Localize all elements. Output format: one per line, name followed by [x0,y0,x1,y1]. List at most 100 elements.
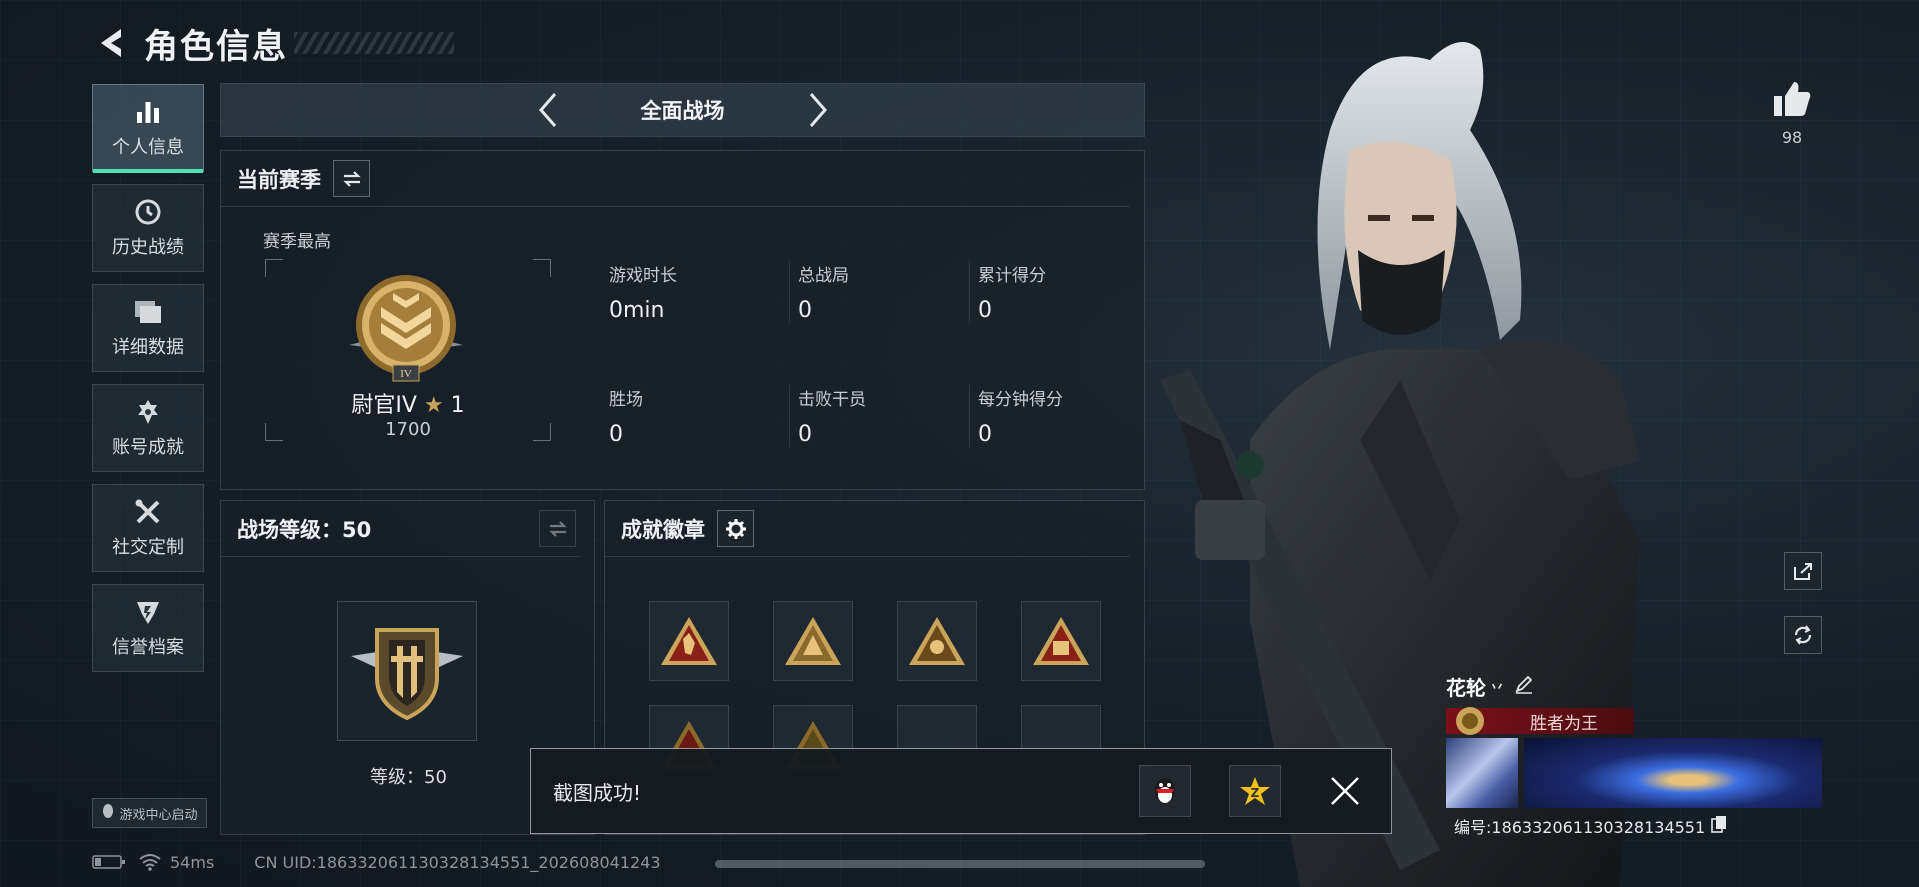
star-icon: ★ [423,393,444,418]
ping-value: 54ms [170,852,215,872]
screenshot-toast: 截图成功! Z [530,748,1392,834]
gear-icon [725,518,746,539]
achievement-badge[interactable] [1021,601,1101,681]
level-header: 战场等级：50 [221,501,580,557]
mode-title: 全面战场 [640,99,725,123]
title-tag-text: 胜者为王 [1530,713,1598,734]
share-icon [1794,563,1812,580]
stat-wins: 胜场 0 [609,385,769,447]
rank-frame: IV 尉官IV ★ 1 1700 [265,259,551,441]
profile-name-row: 花轮 丷 [1446,672,1822,701]
season-best-label: 赛季最高 [263,232,331,252]
like-count: 98 [1781,128,1803,147]
home-indicator [715,860,1205,868]
close-icon [1331,777,1359,805]
like-button[interactable]: 98 [1770,80,1814,147]
stat-label: 总战局 [798,266,849,286]
banner-avatar-image [1446,738,1518,808]
rank-stars: 1 [450,393,465,418]
battery-icon [92,855,125,869]
nav-item-credit[interactable]: 信誉档案 [92,584,204,672]
flower-badge-icon [909,617,965,665]
hand-sign-badge-icon [661,617,717,665]
share-qzone-button[interactable]: Z [1229,765,1281,817]
clock-icon [133,197,163,227]
current-season-panel: 当前赛季 赛季最高 IV 尉官IV ★ 1 1700 游戏时长 0min 总战局… [220,150,1145,490]
qq-penguin-icon [1155,778,1175,804]
nav-item-social[interactable]: 社交定制 [92,484,204,572]
level-switch-button[interactable] [539,510,576,547]
profile-banner [1446,738,1822,808]
svg-text:Z: Z [1251,786,1260,800]
fist-badge-icon [1033,617,1089,665]
ammo-badge-icon [785,617,841,665]
title-tag: 胜者为王 [1446,707,1634,735]
sidebar-nav: 个人信息 历史战绩 详细数据 账号成就 社交定制 信誉档案 [92,84,204,684]
profile-name-suffix: 丷 [1490,679,1504,696]
nav-item-personal-info[interactable]: 个人信息 [92,84,204,173]
wifi-icon [139,854,161,871]
profile-card: 花轮 丷 胜者为王 编号:18633206113032813​4551 [1446,672,1822,842]
share-button[interactable] [1784,552,1822,590]
back-button[interactable] [90,21,134,65]
stat-value: 0 [798,422,812,447]
game-center-launch-button[interactable]: 游戏中心启动 [92,798,207,828]
badges-title: 成就徽章 [621,517,705,542]
level-emblem [337,601,477,741]
edit-name-button[interactable] [1514,674,1534,699]
nav-item-history[interactable]: 历史战绩 [92,184,204,272]
back-arrow-icon [101,29,121,57]
nav-label: 社交定制 [112,537,184,558]
achievement-badge[interactable] [649,601,729,681]
refresh-button[interactable] [1784,616,1822,654]
season-header: 当前赛季 [221,151,1130,207]
bar-chart-icon [133,97,163,127]
profile-id-row: 编号:18633206113032813​4551 [1454,814,1727,838]
stat-label: 击败干员 [798,390,866,410]
level-title: 战场等级：50 [237,517,372,542]
pencil-icon [1515,675,1533,694]
refresh-icon [1794,625,1812,645]
chevron-left-icon [538,93,556,127]
toast-close-button[interactable] [1319,765,1371,817]
nav-label: 历史战绩 [112,237,184,258]
tools-icon [133,497,163,527]
credit-shield-icon [133,597,163,627]
stat-value: 0 [798,298,812,323]
nav-label: 详细数据 [112,337,184,358]
folder-icon [133,297,163,327]
nav-item-detail-data[interactable]: 详细数据 [92,284,204,372]
rank-name-row: 尉官IV ★ 1 [265,387,551,419]
stat-value: 0min [609,298,665,323]
stat-total-matches: 总战局 0 [789,261,949,323]
qzone-star-icon: Z [1240,777,1270,805]
achievement-badge[interactable] [897,601,977,681]
level-shield-icon [351,628,463,721]
badge-settings-button[interactable] [717,510,754,547]
nav-label: 信誉档案 [112,637,184,658]
page-header: 角色信息 [90,18,454,68]
rank-score: 1700 [385,419,431,440]
copy-id-button[interactable] [1711,815,1727,837]
profile-id: 编号:18633206113032813​4551 [1454,818,1706,837]
stat-value: 0 [609,422,623,447]
title-emblem-icon [1456,707,1484,735]
game-center-label: 游戏中心启动 [119,807,198,823]
title-decoration [294,32,454,54]
profile-name: 花轮 [1446,676,1486,700]
rank-badge-icon: IV [349,275,463,382]
achievement-badge[interactable] [773,601,853,681]
share-qq-button[interactable] [1139,765,1191,817]
mode-prev-button[interactable] [528,88,568,132]
nav-item-achievements[interactable]: 账号成就 [92,384,204,472]
stat-label: 游戏时长 [609,266,677,286]
achievement-icon [133,397,163,427]
stat-play-time: 游戏时长 0min [609,261,769,323]
season-switch-button[interactable] [333,160,370,197]
stat-label: 胜场 [609,390,643,410]
toast-message: 截图成功! [553,780,642,805]
chevron-right-icon [809,93,827,127]
rank-name: 尉官IV [351,393,417,418]
swap-icon [548,520,567,537]
mode-next-button[interactable] [798,88,838,132]
